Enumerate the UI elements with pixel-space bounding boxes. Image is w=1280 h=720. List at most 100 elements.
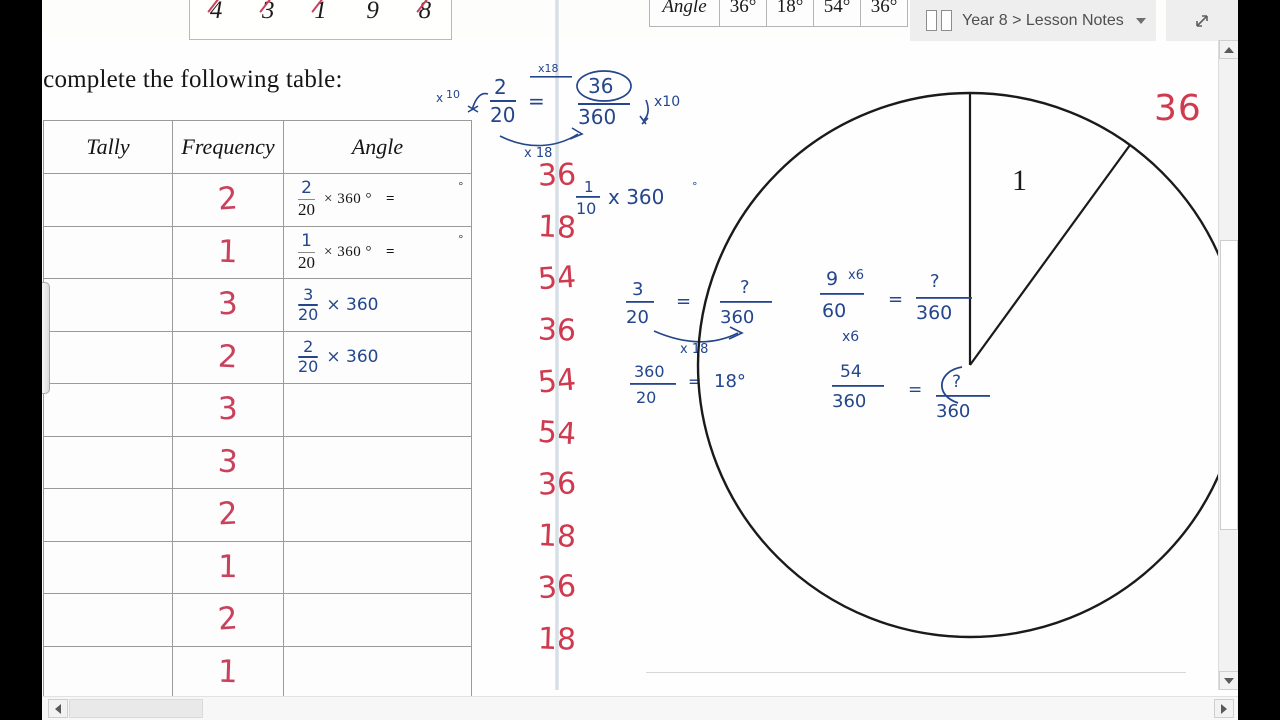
table-row: 2 2 20 × 360 ° = ° bbox=[43, 173, 472, 227]
fraction-denominator: 20 bbox=[298, 252, 315, 272]
triangle-down-icon bbox=[1224, 677, 1234, 684]
work4-line2-numerator: 54 bbox=[840, 362, 862, 382]
angle-cell bbox=[283, 488, 472, 542]
tally-cell bbox=[43, 173, 173, 227]
frequency-value: 2 bbox=[216, 600, 240, 638]
vertical-scrollbar[interactable] bbox=[1218, 40, 1238, 690]
frequency-value: 1 bbox=[217, 548, 239, 585]
chevron-down-icon[interactable] bbox=[1135, 17, 1146, 24]
triangle-up-icon bbox=[1224, 46, 1234, 53]
table-row: 1 bbox=[43, 645, 472, 699]
tally-cell bbox=[43, 645, 173, 699]
tally-cell bbox=[43, 278, 173, 332]
column-header-tally: Tally bbox=[43, 120, 173, 174]
red-360-annotation: 36 bbox=[1154, 88, 1202, 129]
work4-line2-right-denominator: 360 bbox=[936, 401, 970, 422]
frequency-angle-table: Tally Frequency Angle 2 2 20 × 360 ° = ° 1 1 20 ×… bbox=[43, 120, 472, 699]
angle-multiplier: × 360 ° bbox=[324, 243, 372, 260]
table-header-row: Tally Frequency Angle bbox=[43, 120, 472, 174]
tally-cell bbox=[43, 330, 173, 384]
work4-equals: = bbox=[888, 289, 903, 310]
document-canvas[interactable]: 4 3 1 9 8 Angle 36° 18° 54° 36° o comple… bbox=[42, 0, 1238, 720]
angle-strip-header: Angle bbox=[649, 0, 720, 27]
fraction-denominator: 20 bbox=[298, 304, 319, 324]
frequency-cell: 1 bbox=[172, 645, 284, 699]
crossed-number: 3 bbox=[262, 0, 275, 25]
frequency-value: 2 bbox=[217, 495, 239, 533]
tally-cell bbox=[43, 435, 173, 489]
scroll-right-arrow[interactable] bbox=[1214, 699, 1234, 718]
vertical-scroll-thumb[interactable] bbox=[1220, 240, 1238, 530]
frequency-value: 2 bbox=[216, 180, 240, 218]
work1-equals: = bbox=[528, 89, 545, 113]
angle-fraction: 2 20 bbox=[298, 180, 315, 219]
tally-cell bbox=[43, 593, 173, 647]
page-tab-handle[interactable] bbox=[42, 282, 50, 394]
crossed-number: 1 bbox=[314, 0, 327, 25]
angle-cell: 1 20 × 360 ° = ° bbox=[283, 225, 472, 279]
fraction-numerator: 3 bbox=[303, 284, 314, 304]
work4-right-numerator: ? bbox=[930, 271, 940, 292]
angle-cell: 2 20 × 360 ° = ° bbox=[283, 173, 472, 227]
angle-cell bbox=[283, 593, 472, 647]
horizontal-scrollbar[interactable] bbox=[42, 696, 1238, 720]
triangle-left-icon bbox=[55, 703, 61, 714]
table-row: 3 bbox=[43, 383, 472, 437]
angle-cell bbox=[283, 645, 472, 699]
frequency-value: 1 bbox=[217, 653, 239, 691]
angle-equals: = bbox=[385, 243, 395, 260]
crossed-number: 8 bbox=[419, 0, 432, 25]
frequency-cell: 2 bbox=[172, 593, 284, 647]
work1-x10-left-num: 10 bbox=[446, 88, 460, 101]
screen: 4 3 1 9 8 Angle 36° 18° 54° 36° o comple… bbox=[0, 0, 1280, 720]
angle-cell bbox=[283, 383, 472, 437]
work4-line2-denominator: 360 bbox=[832, 391, 866, 412]
tally-cell bbox=[43, 540, 173, 594]
crossed-numbers-box: 4 3 1 9 8 bbox=[189, 0, 452, 40]
frequency-value: 2 bbox=[217, 338, 239, 376]
toolbar: Year 8 > Lesson Notes bbox=[910, 0, 1238, 41]
frequency-cell: 1 bbox=[172, 540, 284, 594]
horizontal-scroll-thumb[interactable] bbox=[69, 699, 203, 718]
angle-strip-value: 54° bbox=[813, 0, 861, 27]
work4-line2-equals: = bbox=[908, 380, 922, 400]
notebook-breadcrumb: Year 8 > Lesson Notes bbox=[962, 11, 1124, 29]
angle-cell: 2 20 × 360 bbox=[283, 330, 472, 384]
tally-cell bbox=[43, 488, 173, 542]
angle-degree-symbol: ° bbox=[458, 180, 463, 192]
fraction-numerator: 2 bbox=[301, 178, 312, 199]
table-row: 3 bbox=[43, 435, 472, 489]
work4-x6-bottom: x6 bbox=[842, 329, 859, 345]
frequency-cell: 3 bbox=[172, 278, 284, 332]
scroll-down-arrow[interactable] bbox=[1219, 671, 1238, 690]
angle-fraction: 3 20 bbox=[298, 284, 319, 324]
column-header-frequency: Frequency bbox=[172, 120, 284, 174]
angle-strip-value: 36° bbox=[719, 0, 767, 27]
frequency-value: 1 bbox=[217, 233, 239, 271]
work4-x6-top: x6 bbox=[848, 268, 864, 283]
frequency-cell: 3 bbox=[172, 383, 284, 437]
angle-multiplier: × 360 bbox=[326, 294, 379, 315]
scroll-up-arrow[interactable] bbox=[1219, 40, 1238, 59]
sector-label-1: 1 bbox=[1012, 164, 1027, 197]
frequency-cell: 2 bbox=[172, 330, 284, 384]
expand-button[interactable] bbox=[1166, 0, 1238, 41]
table-row: 3 3 20 × 360 bbox=[43, 278, 472, 332]
triangle-right-icon bbox=[1221, 703, 1227, 714]
page-bottom-rule bbox=[646, 672, 1186, 673]
angle-cell bbox=[283, 540, 472, 594]
crossed-number: 4 bbox=[210, 0, 223, 25]
angle-multiplier: × 360 bbox=[326, 347, 379, 368]
frequency-value: 3 bbox=[217, 285, 239, 323]
scroll-left-arrow[interactable] bbox=[48, 699, 68, 718]
angle-cell bbox=[283, 435, 472, 489]
angle-fraction: 1 20 bbox=[298, 232, 315, 272]
tally-cell bbox=[43, 225, 173, 279]
angle-header-strip: Angle 36° 18° 54° 36° bbox=[649, 0, 908, 27]
angle-strip-value: 18° bbox=[766, 0, 814, 27]
frequency-cell: 3 bbox=[172, 435, 284, 489]
table-body: 2 2 20 × 360 ° = ° 1 1 20 × 360 ° = ° 3 3 20 × 360 2 2 20 ×… bbox=[43, 173, 472, 699]
notebook-selector[interactable]: Year 8 > Lesson Notes bbox=[910, 0, 1156, 41]
angle-degree-symbol: ° bbox=[458, 232, 463, 245]
angle-multiplier: × 360 ° bbox=[324, 191, 372, 208]
